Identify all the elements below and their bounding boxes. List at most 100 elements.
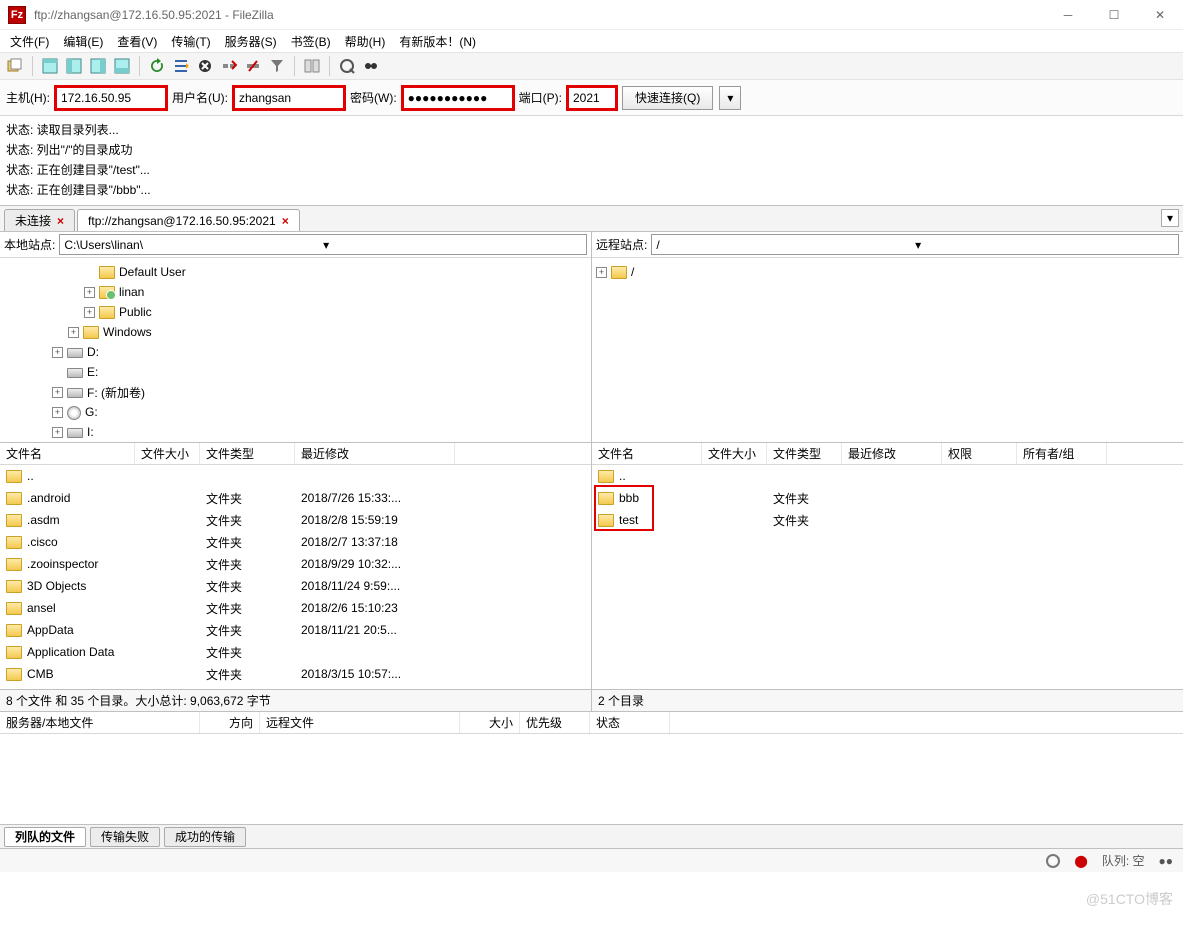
list-item[interactable]: .. bbox=[0, 465, 591, 487]
col-server[interactable]: 服务器/本地文件 bbox=[0, 712, 200, 733]
menu-bookmarks[interactable]: 书签(B) bbox=[285, 31, 337, 52]
quickconnect-dropdown[interactable]: ▾ bbox=[719, 86, 741, 110]
close-icon[interactable]: × bbox=[57, 214, 64, 228]
filter-icon[interactable] bbox=[266, 55, 288, 77]
refresh-icon[interactable] bbox=[146, 55, 168, 77]
col-size[interactable]: 文件大小 bbox=[702, 443, 767, 464]
menu-server[interactable]: 服务器(S) bbox=[219, 31, 283, 52]
expander-icon[interactable]: + bbox=[84, 287, 95, 298]
expander-icon[interactable]: + bbox=[52, 407, 63, 418]
sync-browsing-icon[interactable] bbox=[336, 55, 358, 77]
host-input[interactable] bbox=[56, 87, 166, 109]
list-item[interactable]: .. bbox=[592, 465, 1183, 487]
col-status[interactable]: 状态 bbox=[590, 712, 670, 733]
expander-icon[interactable]: + bbox=[84, 307, 95, 318]
status-spacer: ●● bbox=[1159, 854, 1174, 868]
reconnect-icon[interactable] bbox=[242, 55, 264, 77]
tree-item[interactable]: +I: bbox=[4, 422, 587, 442]
chevron-down-icon[interactable]: ▾ bbox=[915, 238, 1174, 252]
queue-body[interactable] bbox=[0, 734, 1183, 824]
port-input[interactable] bbox=[568, 87, 616, 109]
tree-item[interactable]: +/ bbox=[596, 262, 1179, 282]
col-size[interactable]: 大小 bbox=[460, 712, 520, 733]
menu-help[interactable]: 帮助(H) bbox=[339, 31, 392, 52]
toggle-remote-tree-icon[interactable] bbox=[87, 55, 109, 77]
close-button[interactable]: ✕ bbox=[1137, 0, 1183, 30]
username-input[interactable] bbox=[234, 87, 344, 109]
tree-item[interactable]: +Public bbox=[4, 302, 587, 322]
password-input[interactable] bbox=[403, 87, 513, 109]
col-owner[interactable]: 所有者/组 bbox=[1017, 443, 1107, 464]
tree-item[interactable]: E: bbox=[4, 362, 587, 382]
col-type[interactable]: 文件类型 bbox=[200, 443, 295, 464]
tree-item[interactable]: Default User bbox=[4, 262, 587, 282]
remote-tree[interactable]: +/ bbox=[592, 258, 1183, 443]
toggle-local-tree-icon[interactable] bbox=[63, 55, 85, 77]
remote-panel: 远程站点: /▾ +/ 文件名 文件大小 文件类型 最近修改 权限 所有者/组 … bbox=[592, 232, 1183, 711]
col-name[interactable]: 文件名 bbox=[592, 443, 702, 464]
disconnect-icon[interactable] bbox=[218, 55, 240, 77]
tab-active[interactable]: ftp://zhangsan@172.16.50.95:2021× bbox=[77, 209, 300, 231]
compare-icon[interactable] bbox=[301, 55, 323, 77]
expander-icon[interactable]: + bbox=[68, 327, 79, 338]
tree-item[interactable]: +G: bbox=[4, 402, 587, 422]
col-direction[interactable]: 方向 bbox=[200, 712, 260, 733]
chevron-down-icon[interactable]: ▾ bbox=[323, 238, 582, 252]
tab-failed[interactable]: 传输失败 bbox=[90, 827, 160, 847]
col-perm[interactable]: 权限 bbox=[942, 443, 1017, 464]
expander-icon[interactable]: + bbox=[596, 267, 607, 278]
cancel-icon[interactable] bbox=[194, 55, 216, 77]
col-priority[interactable]: 优先级 bbox=[520, 712, 590, 733]
local-file-list[interactable]: 文件名 文件大小 文件类型 最近修改 ...android文件夹2018/7/2… bbox=[0, 443, 591, 689]
menu-edit[interactable]: 编辑(E) bbox=[57, 31, 109, 52]
menu-transfer[interactable]: 传输(T) bbox=[165, 31, 216, 52]
col-size[interactable]: 文件大小 bbox=[135, 443, 200, 464]
site-manager-icon[interactable] bbox=[4, 55, 26, 77]
list-item[interactable]: CMB文件夹2018/3/15 10:57:... bbox=[0, 663, 591, 685]
log-pane[interactable]: 状态: 读取目录列表... 状态: 列出"/"的目录成功 状态: 正在创建目录"… bbox=[0, 116, 1183, 206]
expander-icon[interactable]: + bbox=[52, 387, 63, 398]
col-name[interactable]: 文件名 bbox=[0, 443, 135, 464]
remote-file-list[interactable]: 文件名 文件大小 文件类型 最近修改 权限 所有者/组 ..bbb文件夹test… bbox=[592, 443, 1183, 689]
list-item[interactable]: test文件夹 bbox=[592, 509, 1183, 531]
minimize-button[interactable]: ─ bbox=[1045, 0, 1091, 30]
col-modified[interactable]: 最近修改 bbox=[295, 443, 455, 464]
tree-item[interactable]: +linan bbox=[4, 282, 587, 302]
list-item[interactable]: 3D Objects文件夹2018/11/24 9:59:... bbox=[0, 575, 591, 597]
col-modified[interactable]: 最近修改 bbox=[842, 443, 942, 464]
col-remote[interactable]: 远程文件 bbox=[260, 712, 460, 733]
col-type[interactable]: 文件类型 bbox=[767, 443, 842, 464]
expander-icon[interactable]: + bbox=[52, 427, 63, 438]
gear-icon[interactable] bbox=[1046, 854, 1060, 868]
tab-queued[interactable]: 列队的文件 bbox=[4, 827, 86, 847]
list-item[interactable]: Application Data文件夹 bbox=[0, 641, 591, 663]
list-item[interactable]: bbb文件夹 bbox=[592, 487, 1183, 509]
menu-view[interactable]: 查看(V) bbox=[111, 31, 163, 52]
maximize-button[interactable]: ☐ bbox=[1091, 0, 1137, 30]
tree-item[interactable]: +F: (新加卷) bbox=[4, 382, 587, 402]
process-queue-icon[interactable] bbox=[170, 55, 192, 77]
tree-item[interactable]: +Windows bbox=[4, 322, 587, 342]
tabs-dropdown[interactable]: ▾ bbox=[1161, 209, 1179, 227]
list-item[interactable]: .cisco文件夹2018/2/7 13:37:18 bbox=[0, 531, 591, 553]
remote-path-combo[interactable]: /▾ bbox=[651, 234, 1179, 255]
list-item[interactable]: AppData文件夹2018/11/21 20:5... bbox=[0, 619, 591, 641]
list-item[interactable]: .android文件夹2018/7/26 15:33:... bbox=[0, 487, 591, 509]
toggle-queue-icon[interactable] bbox=[111, 55, 133, 77]
tab-success[interactable]: 成功的传输 bbox=[164, 827, 246, 847]
toggle-log-icon[interactable] bbox=[39, 55, 61, 77]
menu-file[interactable]: 文件(F) bbox=[4, 31, 55, 52]
tree-item[interactable]: +D: bbox=[4, 342, 587, 362]
list-item[interactable]: ansel文件夹2018/2/6 15:10:23 bbox=[0, 597, 591, 619]
local-path-combo[interactable]: C:\Users\linan\▾ bbox=[59, 234, 587, 255]
list-item[interactable]: .asdm文件夹2018/2/8 15:59:19 bbox=[0, 509, 591, 531]
expander-icon[interactable]: + bbox=[52, 347, 63, 358]
list-item[interactable]: .zooinspector文件夹2018/9/29 10:32:... bbox=[0, 553, 591, 575]
tab-disconnected[interactable]: 未连接× bbox=[4, 209, 75, 231]
quickconnect-button[interactable]: 快速连接(Q) bbox=[622, 86, 713, 110]
search-icon[interactable] bbox=[360, 55, 382, 77]
menu-newversion[interactable]: 有新版本！(N) bbox=[393, 31, 482, 52]
app-icon: Fz bbox=[8, 6, 26, 24]
close-icon[interactable]: × bbox=[282, 214, 289, 228]
local-tree[interactable]: Default User+linan+Public+Windows+D:E:+F… bbox=[0, 258, 591, 443]
